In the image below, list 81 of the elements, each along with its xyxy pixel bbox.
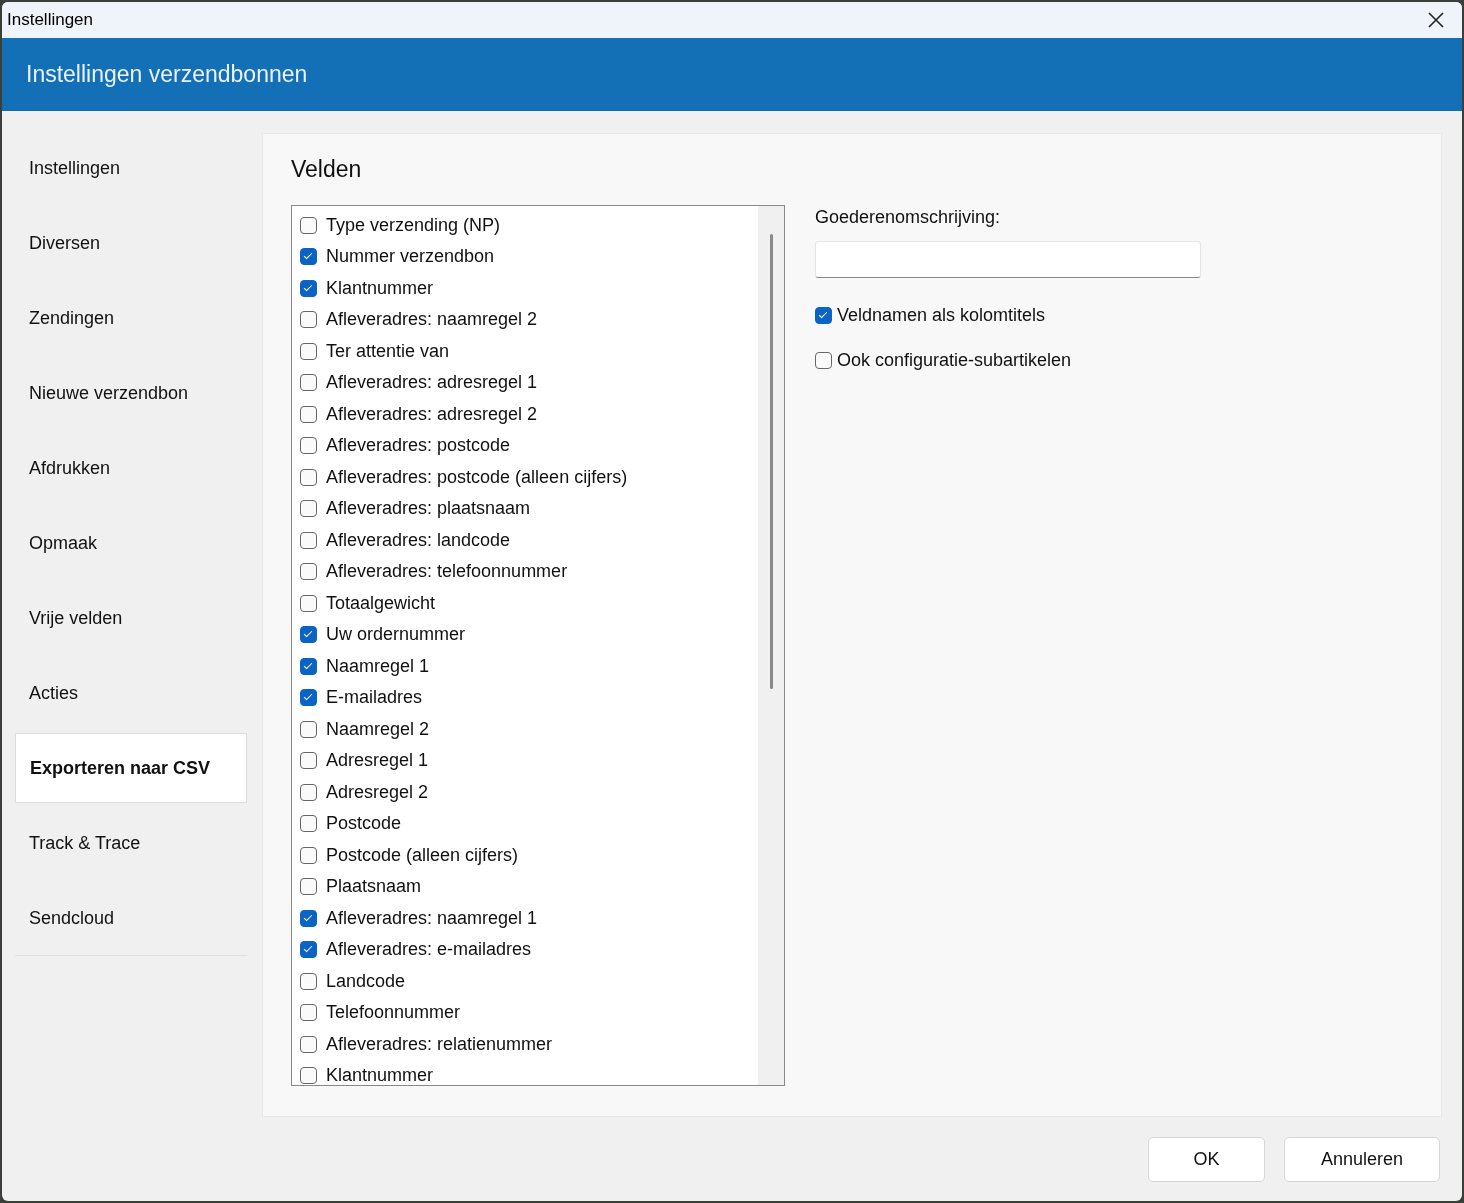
sidebar-item[interactable]: Track & Trace [15, 808, 247, 879]
checkbox[interactable] [300, 972, 317, 990]
field-label: Uw ordernummer [326, 624, 466, 646]
sidebar-item[interactable]: Opmaak [15, 508, 247, 579]
sidebar-item[interactable]: Nieuwe verzendbon [15, 358, 247, 429]
checkbox[interactable] [300, 720, 317, 738]
field-label: Naamregel 2 [326, 718, 430, 740]
checkbox[interactable] [300, 752, 317, 770]
field-label: Goederenomschrijving: [815, 207, 1002, 229]
sidebar-item[interactable]: Afdrukken [15, 433, 247, 504]
field-label: Postcode (alleen cijfers) [326, 844, 519, 866]
field-label: Afleveradres: plaatsnaam [326, 498, 531, 520]
field-label: Telefoonnummer [326, 1002, 461, 1024]
field-label: Type verzending (NP) [326, 214, 501, 236]
checkbox[interactable] [300, 783, 317, 801]
field-label: Afleveradres: postcode (alleen cijfers) [326, 466, 628, 488]
checkbox[interactable] [300, 374, 317, 392]
window-title: Instellingen [7, 9, 93, 30]
field-label: Afleveradres: landcode [326, 529, 511, 551]
checkbox[interactable] [300, 626, 317, 644]
checkbox[interactable] [300, 1004, 317, 1022]
field-label: Afleveradres: telefoonnummer [326, 561, 568, 583]
field-label: Klantnummer [326, 277, 434, 299]
field-label: Adresregel 1 [326, 750, 429, 772]
sidebar-item[interactable]: Zendingen [15, 283, 247, 354]
checkbox[interactable] [300, 878, 317, 896]
checkbox[interactable] [300, 563, 317, 581]
checkbox[interactable] [300, 437, 317, 455]
field-label: Klantnummer [326, 1065, 434, 1086]
field-label: Afleveradres: adresregel 2 [326, 403, 538, 425]
field-label: Afleveradres: adresregel 1 [326, 372, 538, 394]
field-label: Naamregel 1 [326, 655, 430, 677]
field-label: Adresregel 2 [326, 781, 429, 803]
field-label: E-mailadres [326, 687, 423, 709]
field-label: Totaalgewicht [326, 592, 436, 614]
field-label: Afleveradres: e-mailadres [326, 939, 532, 961]
scrollbar[interactable] [758, 206, 784, 1086]
checkbox[interactable] [300, 279, 317, 297]
checkbox[interactable] [300, 311, 317, 329]
sidebar-item[interactable]: Vrije velden [15, 583, 247, 654]
field-label: Ter attentie van [326, 340, 450, 362]
checkbox[interactable] [300, 1035, 317, 1053]
checkbox[interactable] [300, 594, 317, 612]
section-title: Velden [291, 156, 363, 184]
checkbox[interactable] [300, 941, 317, 959]
header-title: Instellingen verzendbonnen [26, 61, 308, 89]
checkbox[interactable] [300, 216, 317, 234]
sidebar-item[interactable]: Exporteren naar CSV [15, 733, 247, 804]
sidebar-item[interactable]: Sendcloud [15, 883, 247, 954]
field-label: Afleveradres: relatienummer [326, 1033, 553, 1055]
sidebar-item[interactable]: Acties [15, 658, 247, 729]
checkbox[interactable] [815, 352, 832, 370]
sidebar-item[interactable]: Diversen [15, 208, 247, 279]
checkbox[interactable] [300, 815, 317, 833]
ok-button[interactable]: OK [1148, 1136, 1265, 1182]
option-label: Ook configuratie-subartikelen [837, 350, 1072, 372]
field-label: Afleveradres: naamregel 2 [326, 309, 538, 331]
sidebar-item[interactable]: Instellingen [15, 133, 247, 204]
checkbox[interactable] [300, 468, 317, 486]
field-label: Postcode [326, 813, 402, 835]
close-icon[interactable] [1428, 11, 1444, 28]
field-label: Landcode [326, 970, 406, 992]
checkbox[interactable] [300, 248, 317, 266]
cancel-button[interactable]: Annuleren [1284, 1136, 1440, 1182]
checkbox[interactable] [815, 307, 832, 325]
checkbox[interactable] [300, 342, 317, 360]
field-label: Nummer verzendbon [326, 246, 495, 268]
checkbox[interactable] [300, 405, 317, 423]
checkbox[interactable] [300, 689, 317, 707]
checkbox[interactable] [300, 657, 317, 675]
checkbox[interactable] [300, 500, 317, 518]
checkbox[interactable] [300, 846, 317, 864]
checkbox[interactable] [300, 531, 317, 549]
checkbox[interactable] [300, 909, 317, 927]
scrollbar-thumb[interactable] [769, 234, 773, 690]
field-label: Plaatsnaam [326, 876, 422, 898]
description-input[interactable] [815, 241, 1201, 279]
field-label: Afleveradres: naamregel 1 [326, 907, 538, 929]
field-label: Afleveradres: postcode [326, 435, 511, 457]
option-label: Veldnamen als kolomtitels [837, 305, 1046, 327]
checkbox[interactable] [300, 1067, 317, 1085]
